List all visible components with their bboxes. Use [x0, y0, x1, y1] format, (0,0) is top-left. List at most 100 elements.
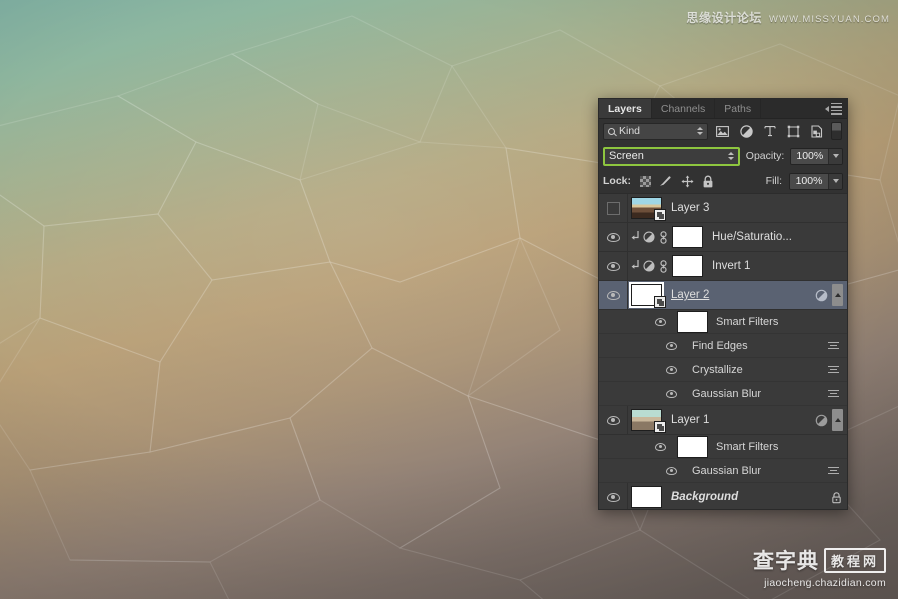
- filter-kind-select[interactable]: Kind: [603, 122, 709, 140]
- layer-name[interactable]: Background: [662, 491, 829, 503]
- chevron-left-icon: [825, 105, 829, 112]
- clipping-mask-icon: [628, 230, 641, 245]
- watermark-bottom: 查字典 教程网 jiaocheng.chazidian.com: [753, 545, 886, 589]
- layer-visibility-toggle[interactable]: [599, 406, 628, 434]
- fill-field[interactable]: 100%: [789, 172, 843, 190]
- blend-mode-row: Screen Opacity: 100%: [599, 143, 847, 169]
- smart-filter-mask-thumbnail[interactable]: [677, 310, 708, 333]
- smart-filters-row[interactable]: Smart Filters: [599, 435, 847, 459]
- filter-blending-options-icon[interactable]: [825, 341, 841, 350]
- fill-dropdown-arrow[interactable]: [828, 173, 842, 189]
- table-row[interactable]: Layer 3: [599, 194, 847, 223]
- filter-visibility-toggle[interactable]: [657, 358, 686, 381]
- layer-mask-thumbnail[interactable]: [672, 255, 703, 277]
- image-filter-icon[interactable]: [713, 123, 732, 140]
- watermark-bottom-brand: 查字典: [752, 550, 819, 573]
- eye-icon: [666, 365, 677, 374]
- panel-menu-button[interactable]: [825, 102, 842, 115]
- smart-filters-visibility-toggle[interactable]: [646, 310, 675, 333]
- desktop-canvas: 思缘设计论坛 WWW.MISSYUAN.COM 查字典 教程网 jiaochen…: [0, 0, 898, 599]
- fill-label: Fill:: [765, 175, 782, 187]
- watermark-top-url: WWW.MISSYUAN.COM: [768, 14, 890, 25]
- lock-label: Lock:: [603, 175, 632, 187]
- layer-list[interactable]: Layer 3 Hue/Saturatio... Invert 1 Layer …: [599, 193, 847, 509]
- eye-icon: [606, 415, 620, 425]
- layer-name[interactable]: Hue/Saturatio...: [703, 231, 843, 243]
- filter-enable-toggle[interactable]: [831, 122, 842, 140]
- tab-layers[interactable]: Layers: [599, 99, 652, 118]
- smart-filter-mask-thumbnail[interactable]: [677, 435, 708, 458]
- layer-name[interactable]: Layer 1: [662, 414, 814, 426]
- row-actions: [829, 491, 843, 504]
- lock-image-pixels-icon[interactable]: [659, 174, 673, 188]
- layer-thumbnail[interactable]: [631, 197, 666, 221]
- smart-filters-visibility-toggle[interactable]: [646, 435, 675, 458]
- layer-thumbnail[interactable]: [631, 409, 666, 433]
- filter-visibility-toggle[interactable]: [657, 334, 686, 357]
- tab-channels[interactable]: Channels: [652, 99, 716, 118]
- eye-icon: [606, 232, 620, 242]
- table-row[interactable]: Layer 1: [599, 406, 847, 435]
- filter-blending-options-icon[interactable]: [825, 365, 841, 374]
- smart-filter-badge-icon[interactable]: [814, 289, 828, 302]
- layer-visibility-toggle[interactable]: [599, 194, 628, 222]
- adjustment-filter-icon[interactable]: [737, 123, 756, 140]
- filter-name[interactable]: Crystallize: [686, 364, 825, 376]
- filter-row[interactable]: Crystallize: [599, 358, 847, 382]
- layer-mask-link-icon[interactable]: [656, 259, 670, 273]
- layer-name[interactable]: Layer 2: [662, 289, 814, 301]
- eye-icon: [655, 317, 666, 326]
- filter-row[interactable]: Find Edges: [599, 334, 847, 358]
- layer-name[interactable]: Invert 1: [703, 260, 843, 272]
- filter-blending-options-icon[interactable]: [825, 389, 841, 398]
- layers-panel[interactable]: Layers Channels Paths Kind Screen Opacit…: [598, 98, 848, 510]
- filter-row[interactable]: Gaussian Blur: [599, 459, 847, 483]
- filter-row[interactable]: Gaussian Blur: [599, 382, 847, 406]
- smart-filters-collapse-toggle[interactable]: [832, 284, 843, 306]
- table-row[interactable]: Hue/Saturatio...: [599, 223, 847, 252]
- adjustment-layer-icon: [641, 231, 656, 243]
- lock-position-icon[interactable]: [680, 174, 694, 188]
- watermark-bottom-url: jiaocheng.chazidian.com: [764, 577, 886, 589]
- table-row[interactable]: Invert 1: [599, 252, 847, 281]
- table-row[interactable]: Background: [599, 483, 847, 509]
- eye-icon: [606, 492, 620, 502]
- shape-filter-icon[interactable]: [784, 123, 803, 140]
- layer-visibility-toggle[interactable]: [599, 223, 628, 251]
- filter-name[interactable]: Find Edges: [686, 340, 825, 352]
- layer-thumbnail[interactable]: [631, 486, 662, 508]
- filter-visibility-toggle[interactable]: [657, 459, 686, 482]
- layer-visibility-toggle[interactable]: [599, 281, 628, 309]
- smart-object-filter-icon[interactable]: [807, 123, 826, 140]
- layer-mask-link-icon[interactable]: [656, 230, 670, 244]
- smart-filters-row[interactable]: Smart Filters: [599, 310, 847, 334]
- filter-blending-options-icon[interactable]: [825, 466, 841, 475]
- filter-name[interactable]: Gaussian Blur: [686, 465, 825, 477]
- filter-name[interactable]: Gaussian Blur: [686, 388, 825, 400]
- opacity-field[interactable]: 100%: [790, 147, 843, 165]
- row-actions: [814, 409, 843, 431]
- type-filter-icon[interactable]: [760, 123, 779, 140]
- panel-tabbar: Layers Channels Paths: [599, 99, 847, 119]
- opacity-dropdown-arrow[interactable]: [828, 148, 842, 164]
- blend-mode-value: Screen: [609, 150, 644, 162]
- layer-name[interactable]: Layer 3: [662, 202, 843, 214]
- table-row[interactable]: Layer 2: [599, 281, 847, 310]
- smart-filters-collapse-toggle[interactable]: [832, 409, 843, 431]
- layer-thumbnail[interactable]: [629, 282, 666, 308]
- blend-mode-select[interactable]: Screen: [603, 146, 740, 166]
- layer-visibility-toggle[interactable]: [599, 483, 628, 509]
- chevron-updown-icon: [727, 152, 734, 160]
- smart-object-badge-icon: [654, 296, 666, 308]
- eye-icon: [666, 341, 677, 350]
- lock-row: Lock: Fill: 100%: [599, 169, 847, 193]
- tab-paths[interactable]: Paths: [715, 99, 762, 118]
- lock-all-icon[interactable]: [701, 174, 715, 188]
- lock-transparent-pixels-icon[interactable]: [638, 174, 652, 188]
- smart-filter-badge-icon[interactable]: [814, 414, 828, 427]
- layer-mask-thumbnail[interactable]: [672, 226, 703, 248]
- filter-visibility-toggle[interactable]: [657, 382, 686, 405]
- clipping-mask-icon: [628, 259, 641, 274]
- chevron-updown-icon: [697, 127, 704, 135]
- layer-visibility-toggle[interactable]: [599, 252, 628, 280]
